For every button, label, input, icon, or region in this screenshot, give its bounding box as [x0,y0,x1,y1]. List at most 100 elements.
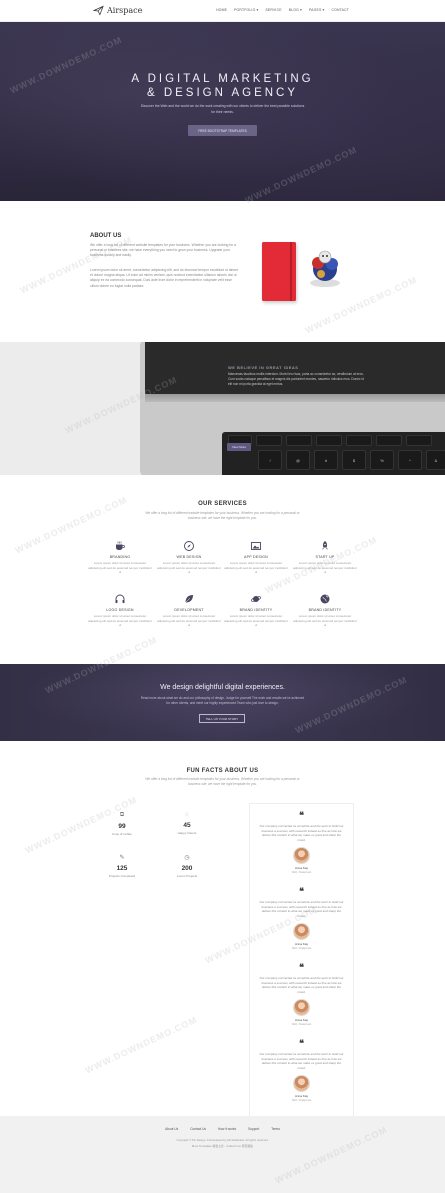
headphones-icon [115,594,125,603]
fact-label: Lorem Projects [176,874,198,878]
service-title: APP DESIGN [244,555,268,559]
facts-subtitle: We offer a long list of different websit… [145,777,300,786]
service-desc: Lorem ipsum dolor sit amet consectetur a… [293,561,357,574]
keyboard-key [256,435,282,446]
quote-icon: ❝ [299,1039,304,1049]
testimonial-role: CEO, Peakpixels [291,947,312,951]
keyboard-key [406,435,432,446]
keyboard-key: ! [258,450,282,470]
fact-number: 200 [181,865,193,872]
footer-link-how-it-works[interactable]: How it works [218,1127,236,1131]
keyboard-key [376,435,402,446]
testimonial-card: ❝ Our company connected us somehow and t… [249,887,354,951]
service-card[interactable]: APP DESIGN Lorem ipsum dolor sit amet co… [224,540,288,575]
service-desc: Lorem ipsum dolor sit amet consectetur a… [88,561,152,574]
facts-title: FUN FACTS ABOUT US [186,768,259,774]
top-navbar: Airspace HOME PORTFOLIO ▾ SERVICE BLOG ▾… [0,0,445,22]
testimonial-role: CEO, Peakpixels [291,1099,312,1103]
testimonial-role: CEO, Peakpixels [291,1023,312,1027]
banner-text: Read more about what we do and our philo… [140,696,305,705]
about-title: ABOUT US [90,233,122,239]
laptop-title: WE BELIEVE IN GREAT IDEAS [228,365,299,370]
testimonial-role: CEO, Peakpixels [291,871,312,875]
testimonial-text: Our company connected us somehow and the… [259,900,344,918]
brand-logo[interactable]: Airspace [93,5,142,16]
main-menu: HOME PORTFOLIO ▾ SERVICE BLOG ▾ PAGES ▾ … [216,8,349,12]
footer-link-contact[interactable]: Contact Us [190,1127,206,1131]
coffee-cup-icon [116,541,125,550]
testimonial-name: Anna Kay [294,942,308,947]
testimonial-name: Anna Kay [294,866,308,871]
red-notebook-image [262,242,296,301]
keyboard-key: @ [286,450,310,470]
service-card[interactable]: START UP Lorem ipsum dolor sit amet cons… [293,540,357,575]
service-title: BRANDING [109,555,131,559]
testimonial-text: Our company connected us somehow and the… [259,976,344,994]
service-title: LOGO DESIGN [106,608,134,612]
nav-contact[interactable]: CONTACT [331,8,349,12]
watermark-text: WWW.DOWNDEMO.COM [83,1014,199,1076]
nav-home[interactable]: HOME [216,8,227,12]
service-card[interactable]: WEB DESIGN Lorem ipsum dolor sit amet co… [157,540,221,575]
service-card[interactable]: BRANDING Lorem ipsum dolor sit amet cons… [88,540,152,575]
keyboard-key [346,435,372,446]
laptop-feature-section: ! @ # $ % ^ & WE BELIEVE IN GREAT IDEAS … [0,342,445,475]
fact-label: Cups of Coffee [112,832,132,836]
hero-title-line2: & DESIGN AGENCY [146,87,299,99]
laptop-paragraph: Maecenas faucibus mollis interdum. Morbi… [228,372,364,386]
service-card[interactable]: DEVELOPMENT Lorem ipsum dolor sit amet c… [157,593,221,628]
footer-link-about[interactable]: About Us [165,1127,178,1131]
copy-icon: ⧉ [119,812,125,818]
footer-link-terms[interactable]: Terms [271,1127,280,1131]
hero-cta-button[interactable]: FREE BOOTSTRAP TEMPLATES [188,125,257,136]
chat-icon: ◌ [185,812,189,818]
edit-icon: ✎ [119,855,125,861]
service-card[interactable]: LOGO DESIGN Lorem ipsum dolor sit amet c… [88,593,152,628]
tell-story-button[interactable]: TELL US YOUR STORY [199,714,245,723]
nav-blog[interactable]: BLOG ▾ [289,8,302,12]
services-subtitle: We offer a long list of different websit… [145,511,300,520]
keyboard-key: % [370,450,394,470]
hero-title-line1: A DIGITAL MARKETING [131,73,314,85]
service-desc: Lorem ipsum dolor sit amet consectetur a… [224,561,288,574]
footer-more-templates: More Templates 模板之家 - Collect from 网页模板 [191,1144,254,1148]
quote-icon: ❝ [299,963,304,973]
fact-number: 45 [183,822,191,829]
service-desc: Lorem ipsum dolor sit amet consectetur a… [293,614,357,627]
keyboard-key: # [314,450,338,470]
service-title: DEVELOPMENT [174,608,204,612]
compass-icon [184,541,194,551]
service-card[interactable]: BRAND IDENTITY Lorem ipsum dolor sit ame… [224,593,288,628]
hero-subtitle: Discover the Web and the world we do the… [140,104,305,114]
image-icon [251,542,261,550]
service-desc: Lorem ipsum dolor sit amet consectetur a… [88,614,152,627]
laptop-keyboard: ! @ # $ % ^ & [222,432,445,475]
paper-plane-icon [93,5,104,16]
nav-service[interactable]: SERVICE [265,8,281,12]
footer-link-support[interactable]: Support [248,1127,259,1131]
testimonial-name: Anna Kay [294,1018,308,1023]
quote-icon: ❝ [299,887,304,897]
keyboard-key: & [426,450,445,470]
service-card[interactable]: BRAND IDENTITY Lorem ipsum dolor sit ame… [293,593,357,628]
clock-icon: ◷ [184,855,190,861]
fact-number: 125 [116,865,128,872]
fact-number: 99 [118,823,126,830]
about-para-2: Lorem ipsum dolor sit amet, consectetur … [90,268,239,288]
rocket-icon [322,541,328,550]
service-title: BRAND IDENTITY [308,608,342,612]
fact-item: ◷ 200 Lorem Projects [167,854,207,878]
keyboard-key [316,435,342,446]
nav-pages[interactable]: PAGES ▾ [309,8,324,12]
banner-title: We design delightful digital experiences… [160,684,285,691]
testimonial-name: Anna Kay [294,1094,308,1099]
keyboard-key: $ [342,450,366,470]
planet-icon [250,596,262,602]
service-desc: Lorem ipsum dolor sit amet consectetur a… [157,561,221,574]
view-more-button[interactable]: View More [227,443,251,451]
services-title: OUR SERVICES [198,501,247,507]
leaf-icon [185,595,193,603]
avatar [293,1075,310,1093]
nav-portfolio[interactable]: PORTFOLIO ▾ [234,8,258,12]
avatar [293,847,310,865]
